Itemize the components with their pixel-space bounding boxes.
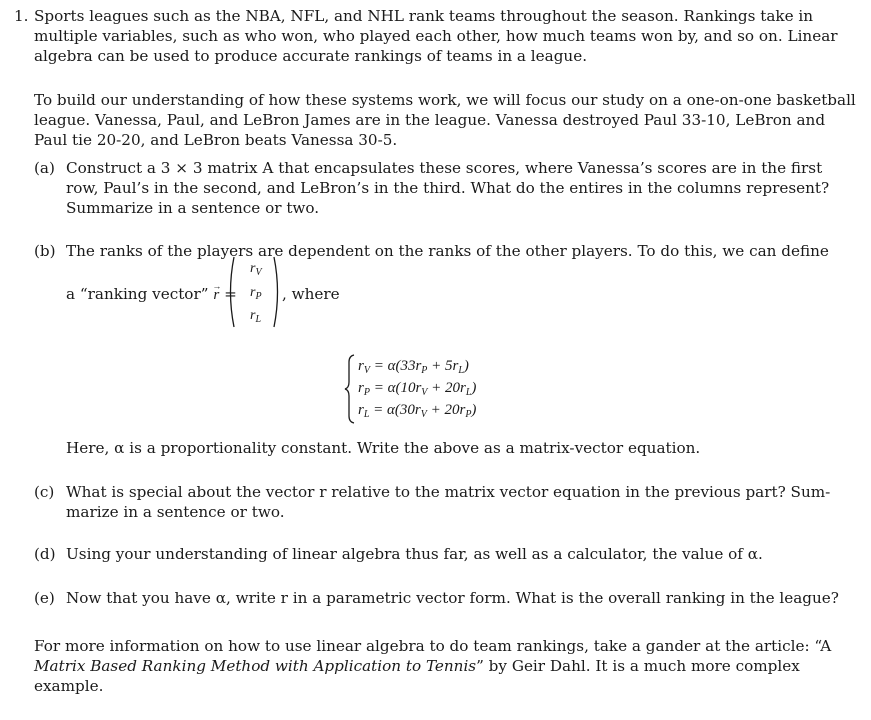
part-d-line: Using your understanding of linear algeb… bbox=[66, 545, 763, 563]
setup-line-1: To build our understanding of how these … bbox=[34, 91, 856, 109]
vector-suffix: , where bbox=[282, 285, 340, 303]
vector-entry-l: rL bbox=[250, 308, 262, 325]
part-a-line-3: Summarize in a sentence or two. bbox=[66, 199, 320, 217]
left-brace-icon bbox=[344, 354, 355, 424]
ranking-vector-label: a “ranking vector” bbox=[66, 285, 209, 303]
part-b-label: (b) bbox=[34, 242, 56, 260]
footer-line-3: example. bbox=[34, 677, 104, 695]
right-paren-icon bbox=[273, 256, 279, 328]
part-e-line: Now that you have α, write r in a parame… bbox=[66, 589, 839, 607]
footer-line-2-rest: ” by Geir Dahl. It is a much more comple… bbox=[476, 657, 800, 675]
part-a-line-1: Construct a 3 × 3 matrix A that encapsul… bbox=[66, 159, 823, 177]
part-d-label: (d) bbox=[34, 545, 56, 563]
part-c-line-2: marize in a sentence or two. bbox=[66, 503, 285, 521]
setup-line-2: league. Vanessa, Paul, and LeBron James … bbox=[34, 111, 826, 129]
part-e-label: (e) bbox=[34, 589, 55, 607]
footer-line-2: Matrix Based Ranking Method with Applica… bbox=[34, 656, 800, 676]
vector-entry-p: rP bbox=[250, 285, 262, 302]
setup-line-3: Paul tie 20-20, and LeBron beats Vanessa… bbox=[34, 131, 398, 149]
part-b-line-1: The ranks of the players are dependent o… bbox=[66, 242, 829, 260]
left-paren-icon bbox=[229, 256, 235, 328]
part-a-line-2: row, Paul’s in the second, and LeBron’s … bbox=[66, 179, 830, 197]
part-b-closing: Here, α is a proportionality constant. W… bbox=[66, 439, 701, 457]
part-c-label: (c) bbox=[34, 483, 55, 501]
intro-line-1: Sports leagues such as the NBA, NFL, and… bbox=[34, 7, 814, 25]
vector-r-symbol: r bbox=[212, 276, 221, 305]
footer-line-1: For more information on how to use linea… bbox=[34, 637, 832, 655]
intro-line-3: algebra can be used to produce accurate … bbox=[34, 47, 588, 65]
equation-3: rL = α(30rV + 20rP) bbox=[358, 402, 477, 420]
ranking-vector-prefix: a “ranking vector” r = bbox=[66, 276, 237, 305]
part-a-label: (a) bbox=[34, 159, 55, 177]
vector-entry-v: rV bbox=[250, 261, 262, 278]
intro-line-2: multiple variables, such as who won, who… bbox=[34, 27, 838, 45]
article-title: Matrix Based Ranking Method with Applica… bbox=[34, 657, 477, 675]
problem-number: 1. bbox=[14, 7, 29, 25]
part-c-line-1: What is special about the vector r relat… bbox=[66, 483, 831, 501]
